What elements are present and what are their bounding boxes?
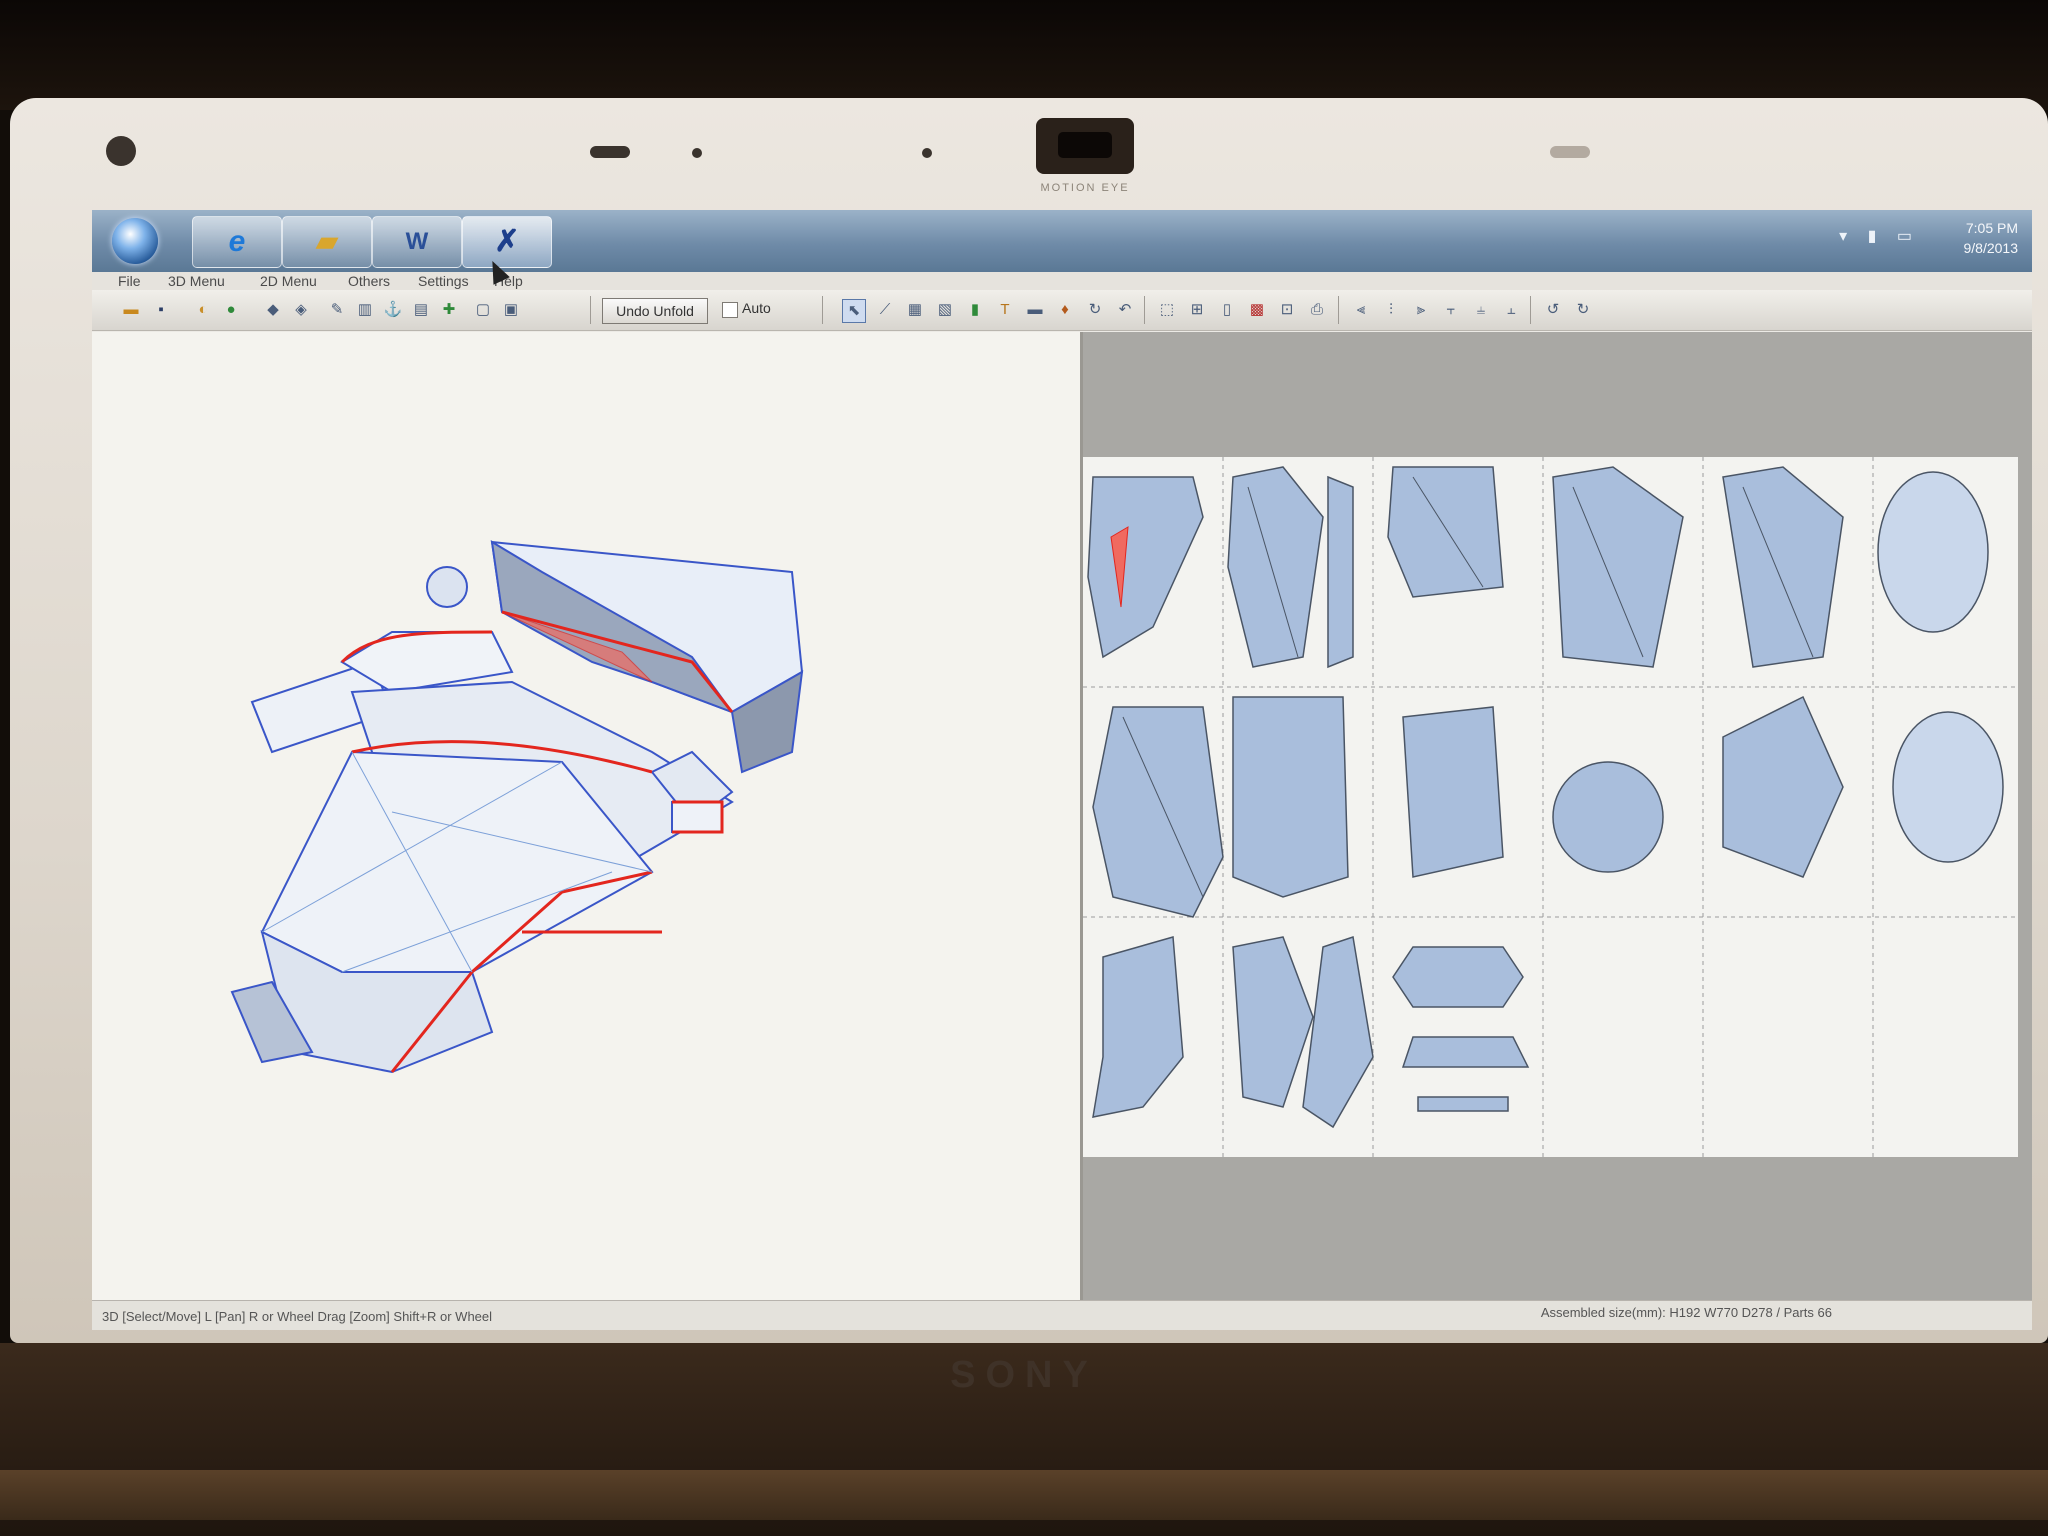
image-icon[interactable]: ▦ — [904, 299, 926, 321]
anchor-icon[interactable]: ⚓ — [382, 299, 404, 321]
clock[interactable]: 7:05 PM 9/8/2013 — [1964, 218, 2019, 258]
picture-icon[interactable]: ▬ — [1024, 299, 1046, 321]
move-vertex-icon[interactable]: ⟋ — [874, 299, 896, 321]
model-3d — [230, 540, 804, 1074]
bezel-sensor — [106, 136, 136, 166]
undo-unfold-button[interactable]: Undo Unfold — [602, 298, 708, 324]
toolbar-separator — [1338, 296, 1339, 324]
bezel-mic — [590, 146, 630, 158]
rotate-90-icon[interactable]: ↺ — [1542, 299, 1564, 321]
join-icon[interactable]: ✚ — [438, 299, 460, 321]
status-size: Assembled size(mm): H192 W770 D278 / Par… — [1540, 1305, 1832, 1320]
toolbar-separator — [590, 296, 591, 324]
clock-date: 9/8/2013 — [1963, 240, 2019, 256]
paper-sheet — [1083, 457, 2018, 1157]
select-icon[interactable]: ⬉ — [842, 299, 866, 323]
clock-time: 7:05 PM — [1965, 220, 2018, 236]
light-icon[interactable]: ◈ — [290, 299, 312, 321]
align-center-icon[interactable]: ⫶ — [1380, 299, 1402, 321]
menu-2d[interactable]: 2D Menu — [260, 273, 317, 289]
bezel-led — [922, 148, 932, 158]
rotate-back-icon[interactable]: ↻ — [1572, 299, 1594, 321]
internet-explorer-icon: e — [228, 225, 246, 258]
align-bottom-icon[interactable]: ⫠ — [1500, 299, 1522, 321]
chart-icon[interactable]: ▩ — [1246, 299, 1268, 321]
taskbar-button-pepakura[interactable]: ✗ — [462, 216, 552, 268]
view-3d[interactable] — [92, 332, 1083, 1300]
paint-icon[interactable]: ♦ — [1054, 299, 1076, 321]
menu-file[interactable]: File — [118, 273, 141, 289]
pen-icon[interactable]: ✎ — [326, 299, 348, 321]
cube-icon[interactable]: ◆ — [262, 299, 284, 321]
page-number-icon[interactable]: ▯ — [1216, 299, 1238, 321]
unfolded-parts — [1083, 457, 2018, 1157]
bezel-mic — [1550, 146, 1590, 158]
status-hint: 3D [Select/Move] L [Pan] R or Wheel Drag… — [102, 1309, 493, 1324]
texture-icon[interactable]: ◐ — [192, 299, 214, 321]
toolbar: ▬ ▪ ◐ ● ◆ ◈ ✎ ▥ ⚓ ▤ ✚ ▢ ▣ Undo Unfold Au… — [92, 290, 2032, 331]
print-icon[interactable]: ⎙ — [1306, 299, 1328, 321]
color-icon[interactable]: ● — [220, 299, 242, 321]
menubar: File 3D Menu 2D Menu Others Settings Hel… — [92, 272, 2032, 290]
folder-icon: ▰ — [315, 225, 339, 258]
windows-start-icon[interactable] — [112, 218, 158, 264]
auto-checkbox[interactable] — [722, 302, 738, 318]
rotate-icon[interactable]: ↻ — [1084, 299, 1106, 321]
room-background — [0, 0, 2048, 110]
laptop-base-edge — [0, 1470, 2048, 1520]
taskbar: e ▰ W ✗ ▾ ▮ ▭ 7:05 PM 9/8/2013 — [92, 210, 2032, 272]
webcam-lens — [1058, 132, 1112, 158]
undo-icon[interactable]: ↶ — [1114, 299, 1136, 321]
settings-icon[interactable]: ⊡ — [1276, 299, 1298, 321]
camera-label: MOTION EYE — [1040, 182, 1130, 194]
frame-icon[interactable]: ⬚ — [1156, 299, 1178, 321]
align-top-icon[interactable]: ⫟ — [1440, 299, 1462, 321]
align-right-icon[interactable]: ⫸ — [1410, 299, 1432, 321]
align-left-icon[interactable]: ⫷ — [1350, 299, 1372, 321]
edge-icon[interactable]: ▤ — [410, 299, 432, 321]
taskbar-button-word[interactable]: W — [372, 216, 462, 268]
taskbar-button-ie[interactable]: e — [192, 216, 282, 268]
auto-label: Auto — [742, 300, 771, 316]
window-2-icon[interactable]: ▣ — [500, 299, 522, 321]
save-icon[interactable]: ▪ — [150, 299, 172, 321]
brand-logo: SONY — [950, 1354, 1098, 1396]
bezel-led — [692, 148, 702, 158]
pepakura-icon: ✗ — [494, 225, 520, 258]
page-icon[interactable]: ▮ — [964, 299, 986, 321]
menu-others[interactable]: Others — [348, 273, 390, 289]
toolbar-separator — [1530, 296, 1531, 324]
menu-settings[interactable]: Settings — [418, 273, 469, 289]
webcam — [1036, 118, 1134, 174]
align-middle-icon[interactable]: ⫨ — [1470, 299, 1492, 321]
window-1-icon[interactable]: ▢ — [472, 299, 494, 321]
system-tray[interactable]: ▾ ▮ ▭ — [1839, 226, 1920, 246]
layout-icon[interactable]: ⊞ — [1186, 299, 1208, 321]
stripes-icon[interactable]: ▧ — [934, 299, 956, 321]
open-icon[interactable]: ▬ — [120, 299, 142, 321]
flap-icon[interactable]: ▥ — [354, 299, 376, 321]
status-bar: 3D [Select/Move] L [Pan] R or Wheel Drag… — [92, 1300, 2032, 1330]
taskbar-button-explorer[interactable]: ▰ — [282, 216, 372, 268]
toolbar-separator — [822, 296, 823, 324]
word-icon: W — [405, 228, 429, 255]
menu-3d[interactable]: 3D Menu — [168, 273, 225, 289]
view-2d[interactable] — [1083, 332, 2032, 1300]
screen: e ▰ W ✗ ▾ ▮ ▭ 7:05 PM 9/8/2013 File 3D M… — [92, 210, 2032, 1330]
toolbar-separator — [1144, 296, 1145, 324]
text-icon[interactable]: T — [994, 299, 1016, 321]
